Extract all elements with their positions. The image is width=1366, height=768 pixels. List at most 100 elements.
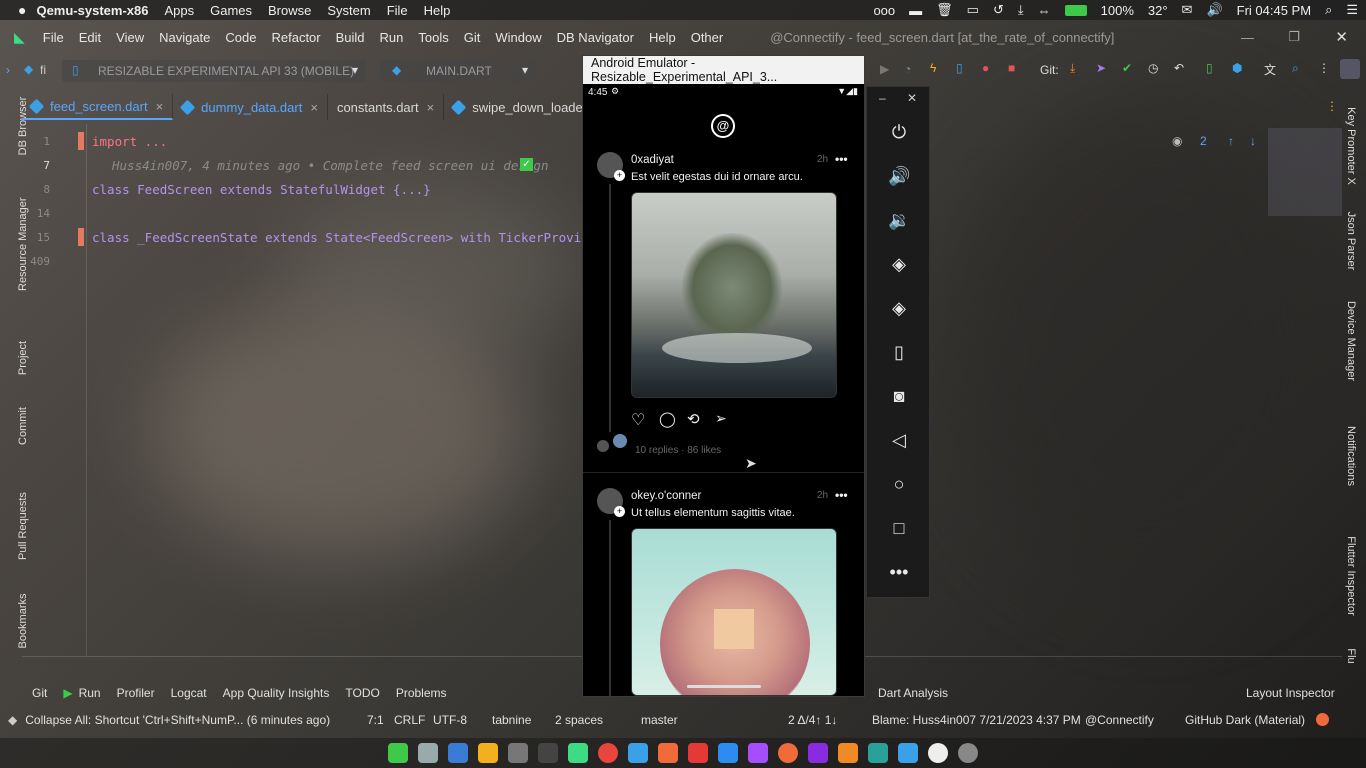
git-blame[interactable]: Blame: Huss4in007 7/21/2023 4:37 PM <box>872 713 1081 727</box>
clock[interactable]: Fri 04:45 PM <box>1237 3 1311 18</box>
rotate-left-icon[interactable]: ◈ <box>888 253 910 275</box>
stop-icon[interactable]: ■ <box>1008 61 1015 75</box>
tool-todo[interactable]: TODO <box>345 686 379 700</box>
run-config-selector[interactable]: ◆ MAIN.DART ▾ <box>380 60 536 82</box>
reader-mode-icon[interactable]: ◉ <box>1172 134 1182 148</box>
close-icon[interactable]: ✕ <box>907 91 917 105</box>
telegram-icon[interactable] <box>898 743 918 763</box>
project-short-name[interactable]: fi <box>40 63 46 77</box>
menu-code[interactable]: Code <box>225 30 256 45</box>
fold-icon[interactable]: ▯ <box>888 341 910 363</box>
trash-icon[interactable]: 🗑 <box>936 2 953 18</box>
project-name[interactable]: @Connectify <box>1085 713 1154 727</box>
sidebar-tab-key-promoter[interactable]: Key Promoter X <box>1345 101 1357 191</box>
sys-menu-apps[interactable]: Apps <box>164 3 194 18</box>
rollback-icon[interactable]: ↶ <box>1174 61 1184 75</box>
sys-menu-games[interactable]: Games <box>210 3 252 18</box>
more-options-icon[interactable]: ••• <box>835 152 848 166</box>
translate-icon[interactable]: 文 <box>1264 61 1276 78</box>
git-commit-icon[interactable]: ✔ <box>1122 61 1132 75</box>
active-app-name[interactable]: Qemu-system-x86 <box>36 3 148 18</box>
repost-icon[interactable]: ⟲ <box>687 410 700 428</box>
arrow-up-icon[interactable]: ↑ <box>1228 134 1234 148</box>
close-tab-icon[interactable]: × <box>310 100 318 115</box>
hot-restart-icon[interactable]: ▯ <box>956 61 963 75</box>
menu-navigate[interactable]: Navigate <box>159 30 210 45</box>
tool-layout-inspector[interactable]: Layout Inspector <box>1246 686 1335 700</box>
threads-logo-icon[interactable]: @ <box>711 114 735 138</box>
post-image[interactable] <box>631 528 837 696</box>
menu-edit[interactable]: Edit <box>79 30 101 45</box>
dots-icon[interactable]: ooo <box>873 3 895 18</box>
app-icon[interactable] <box>748 743 768 763</box>
menu-tools[interactable]: Tools <box>418 30 448 45</box>
menu-git[interactable]: Git <box>464 30 481 45</box>
camera-icon[interactable]: ◙ <box>888 385 910 407</box>
tool-problems[interactable]: Problems <box>396 686 447 700</box>
chevron-right-icon[interactable]: › <box>6 63 10 77</box>
editor-icon[interactable] <box>718 743 738 763</box>
device-manager-icon[interactable]: ▯ <box>1206 61 1213 75</box>
tool-profiler[interactable]: Profiler <box>117 686 155 700</box>
sidebar-tab-flutter-inspector[interactable]: Flutter Inspector <box>1345 531 1357 621</box>
volume-up-icon[interactable]: 🔊 <box>888 165 910 187</box>
volume-down-icon[interactable]: 🔉 <box>888 209 910 231</box>
settings-icon[interactable] <box>958 743 978 763</box>
close-tab-icon[interactable]: × <box>427 100 435 115</box>
search-icon[interactable]: ⌕ <box>1325 2 1332 18</box>
sdk-manager-icon[interactable]: ⬢ <box>1232 61 1242 75</box>
menu-refactor[interactable]: Refactor <box>271 30 320 45</box>
tabnine-status[interactable]: tabnine <box>492 713 531 727</box>
menu-window[interactable]: Window <box>495 30 541 45</box>
tab-constants[interactable]: constants.dart × <box>328 94 445 120</box>
sys-menu-browse[interactable]: Browse <box>268 3 311 18</box>
history-icon[interactable]: ↺ <box>993 2 1004 18</box>
profile-icon[interactable]: ◔ <box>904 62 911 76</box>
chrome-icon[interactable] <box>598 743 618 763</box>
menu-view[interactable]: View <box>116 30 144 45</box>
firefox-icon[interactable] <box>778 743 798 763</box>
notification-dot-icon[interactable] <box>1316 713 1329 726</box>
weather-temp[interactable]: 32° <box>1148 3 1168 18</box>
status-message[interactable]: Collapse All: Shortcut 'Ctrl+Shift+NumP.… <box>25 713 330 727</box>
git-update-icon[interactable]: ⤓ <box>1070 61 1075 76</box>
arrow-down-icon[interactable]: ↓ <box>1250 134 1256 148</box>
cursor-position[interactable]: 7:1 <box>367 713 384 727</box>
calendar-icon[interactable] <box>448 743 468 763</box>
line-separator[interactable]: CRLF <box>394 713 425 727</box>
download-icon[interactable]: ⤓ <box>1018 2 1024 18</box>
sidebar-tab-device-manager[interactable]: Device Manager <box>1345 296 1357 386</box>
code-line-class-feedscreen[interactable]: class FeedScreen extends StatefulWidget … <box>92 182 431 197</box>
hot-reload-icon[interactable]: ϟ <box>930 61 936 75</box>
hammer-icon[interactable] <box>868 743 888 763</box>
minimize-icon[interactable]: — <box>1241 30 1254 45</box>
run-icon[interactable]: ▶ <box>880 62 889 76</box>
emulator-title-bar[interactable]: Android Emulator - Resizable_Experimenta… <box>583 56 864 84</box>
close-icon[interactable]: ✕ <box>1335 28 1348 46</box>
gesture-bar[interactable] <box>687 685 761 688</box>
follow-plus-icon[interactable]: + <box>614 170 625 181</box>
close-tab-icon[interactable]: × <box>156 99 164 114</box>
like-icon[interactable]: ♡ <box>631 410 645 430</box>
sys-menu-file[interactable]: File <box>387 3 408 18</box>
more-options-icon[interactable]: ••• <box>835 488 848 502</box>
tabs-more-icon[interactable]: ⋮ <box>1326 99 1338 113</box>
phone-screen[interactable]: 4:45 ⚙ ▼◢▮ @ + 0xadiyat 2h ••• Est velit… <box>583 84 864 696</box>
brave-icon[interactable] <box>658 743 678 763</box>
menu-help[interactable]: Help <box>649 30 676 45</box>
menu-icon[interactable]: ☰ <box>1346 2 1358 18</box>
document-icon[interactable] <box>508 743 528 763</box>
menu-run[interactable]: Run <box>380 30 404 45</box>
inspection-count[interactable]: 2 <box>1200 134 1207 148</box>
device-selector[interactable]: ▯ RESIZABLE EXPERIMENTAL API 33 (MOBILE)… <box>62 60 366 82</box>
sublime-icon[interactable] <box>838 743 858 763</box>
more-icon[interactable]: ⋮ <box>1318 61 1330 75</box>
tool-run[interactable]: Run <box>79 686 101 700</box>
minimap[interactable] <box>1268 128 1342 216</box>
menu-db-navigator[interactable]: DB Navigator <box>557 30 634 45</box>
sidebar-tab-json-parser[interactable]: Json Parser <box>1345 196 1357 286</box>
menu-other[interactable]: Other <box>691 30 724 45</box>
network-icon[interactable]: ⇔ <box>1038 3 1051 18</box>
indent-setting[interactable]: 2 spaces <box>555 713 603 727</box>
post-stats[interactable]: 10 replies · 86 likes <box>635 445 721 456</box>
